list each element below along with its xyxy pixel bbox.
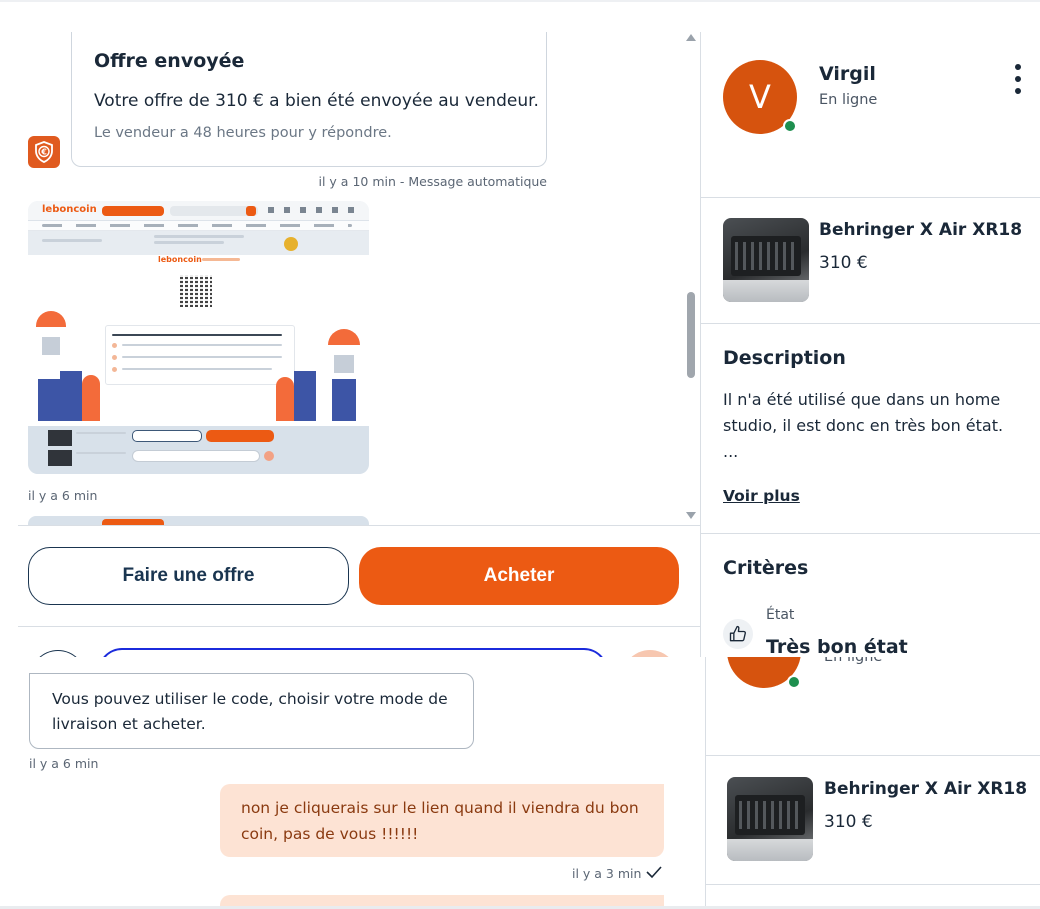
- product-price: 310 €: [824, 812, 873, 832]
- svg-text:€: €: [40, 148, 47, 157]
- product-thumbnail[interactable]: [723, 218, 809, 302]
- image-top-bar: leboncoin: [28, 201, 369, 221]
- image-chat-header: [28, 231, 369, 255]
- seller-status: En ligne: [824, 657, 883, 665]
- outgoing-message-text: non je cliquerais sur le lien quand il v…: [241, 799, 639, 843]
- scroll-down-arrow[interactable]: [686, 512, 696, 519]
- seller-status: En ligne: [819, 92, 878, 108]
- description-title: Description: [723, 347, 846, 369]
- offer-text: Votre offre de 310 € a bien été envoyée …: [94, 91, 539, 111]
- more-options-icon[interactable]: [1012, 64, 1024, 94]
- image-mini-button: [102, 206, 164, 216]
- offer-title: Offre envoyée: [94, 50, 245, 72]
- buy-button[interactable]: Acheter: [359, 547, 679, 605]
- divider: [701, 323, 1040, 324]
- image-textbox: [105, 325, 295, 385]
- image-message[interactable]: leboncoin leboncoin: [28, 201, 369, 474]
- outgoing-message: non je cliquerais sur le lien quand il v…: [220, 784, 664, 857]
- description-text: Il n'a été utilisé que dans un home stud…: [723, 387, 1023, 465]
- lower-conversation-panel: En ligne Vous pouvez utiliser le code, c…: [0, 657, 1040, 909]
- incoming-message: Vous pouvez utiliser le code, choisir vo…: [29, 673, 474, 749]
- make-offer-button[interactable]: Faire une offre: [28, 547, 349, 605]
- divider: [706, 884, 1040, 885]
- panel-divider: [705, 657, 706, 909]
- description-body: Il n'a été utilisé que dans un home stud…: [723, 390, 1004, 435]
- condition-label: État: [766, 607, 795, 623]
- scroll-up-arrow[interactable]: [686, 34, 696, 41]
- product-name[interactable]: Behringer X Air XR18: [819, 220, 1022, 240]
- incoming-message-text: Vous pouvez utiliser le code, choisir vo…: [52, 690, 448, 733]
- divider: [701, 197, 1040, 198]
- offer-subtext: Le vendeur a 48 heures pour y répondre.: [94, 125, 392, 141]
- read-check-icon: [646, 866, 662, 879]
- image-mini-search: [170, 206, 258, 216]
- thumbs-up-icon: [723, 619, 753, 649]
- seller-name[interactable]: Virgil: [819, 63, 876, 85]
- product-price: 310 €: [819, 253, 868, 273]
- offer-timestamp: il y a 10 min - Message automatique: [318, 174, 547, 189]
- divider: [706, 755, 1040, 756]
- conversation-thread[interactable]: Offre envoyée Votre offre de 310 € a bie…: [0, 32, 700, 526]
- image-timestamp: il y a 6 min: [28, 488, 98, 503]
- product-thumbnail[interactable]: [727, 777, 813, 861]
- divider: [18, 626, 700, 627]
- online-indicator: [787, 675, 801, 689]
- criteria-title: Critères: [723, 557, 809, 579]
- panel-divider: [700, 32, 701, 658]
- offer-sent-card: Offre envoyée Votre offre de 310 € a bie…: [71, 32, 547, 167]
- description-ellipsis: ...: [723, 442, 739, 461]
- see-more-link[interactable]: Voir plus: [723, 487, 800, 505]
- online-indicator: [783, 119, 797, 133]
- top-border: [0, 0, 1040, 2]
- condition-value: Très bon état: [766, 636, 908, 658]
- euro-shield-icon: €: [28, 136, 60, 168]
- outgoing-timestamp: il y a 3 min: [572, 866, 642, 881]
- product-name[interactable]: Behringer X Air XR18: [824, 779, 1027, 799]
- divider: [18, 525, 700, 526]
- divider: [701, 533, 1040, 534]
- image-bottom-strip: [28, 426, 369, 474]
- incoming-timestamp: il y a 6 min: [29, 756, 99, 771]
- scrollbar-thumb[interactable]: [687, 292, 695, 378]
- image-mini-search-btn: [246, 206, 256, 216]
- image-brand: leboncoin: [42, 204, 97, 215]
- image-category-bar: [28, 221, 369, 231]
- image-mini-nav: [268, 207, 358, 213]
